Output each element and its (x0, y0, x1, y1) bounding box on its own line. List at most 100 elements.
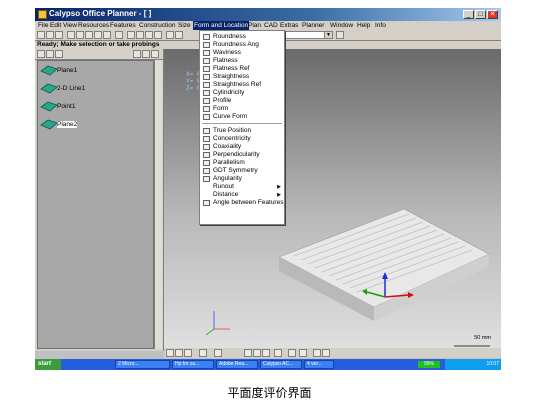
menu-edit[interactable]: Edit (50, 21, 61, 30)
menu-item-perpendicularity[interactable]: Perpendicularity (200, 151, 284, 159)
apply-icon[interactable] (336, 31, 344, 39)
menu-file[interactable]: File (38, 21, 48, 30)
menu-item-form[interactable]: Form (200, 105, 284, 113)
plane-feature-icon (40, 119, 58, 130)
panel-up-icon[interactable] (151, 50, 159, 58)
panel-list-icon[interactable] (133, 50, 141, 58)
open-icon[interactable] (46, 31, 54, 39)
report-icon[interactable] (166, 31, 174, 39)
run-icon[interactable] (145, 31, 153, 39)
menu-resources[interactable]: Resources (78, 21, 109, 30)
menu-item-angle-between-features[interactable]: Angle between Features (200, 199, 284, 207)
taskbar-item[interactable]: 2 Micro... (115, 360, 170, 369)
zoom-in-icon[interactable] (244, 349, 252, 357)
menu-item-straightness[interactable]: Straightness (200, 73, 284, 81)
scale-label: 50 mm (474, 335, 491, 341)
undo-icon[interactable] (94, 31, 102, 39)
feature-label: Plane1 (57, 67, 78, 74)
chevron-down-icon[interactable]: ▼ (324, 32, 332, 38)
taskbar-item[interactable]: Calypso AC... (260, 360, 302, 369)
feature-item[interactable]: 2-D Line1 (40, 82, 150, 96)
feature-item-selected[interactable]: Plane2 (40, 118, 150, 132)
menu-help[interactable]: Help (357, 21, 370, 30)
maximize-button[interactable]: □ (475, 10, 486, 19)
menu-item-straightness-ref[interactable]: Straightness Ref (200, 81, 284, 89)
straightness-icon (203, 74, 210, 80)
battery-badge: 99% (418, 361, 440, 368)
menu-window[interactable]: Window (330, 21, 353, 30)
save-icon[interactable] (55, 31, 63, 39)
panel-down-icon[interactable] (142, 50, 150, 58)
copy-icon[interactable] (76, 31, 84, 39)
menu-item-curve-form[interactable]: Curve Form (200, 113, 284, 121)
paste-icon[interactable] (85, 31, 93, 39)
menu-item-gdt-symmetry[interactable]: GDT Symmetry (200, 167, 284, 175)
angle-icon (203, 200, 210, 206)
menu-plan[interactable]: Plan (248, 21, 261, 30)
menu-view[interactable]: View (63, 21, 77, 30)
fill-icon[interactable] (322, 349, 330, 357)
menu-form-and-location[interactable]: Form and Location (193, 21, 250, 30)
menu-size[interactable]: Size (178, 21, 191, 30)
plot-icon[interactable] (175, 31, 183, 39)
menu-construction[interactable]: Construction (139, 21, 176, 30)
zoom-out-icon[interactable] (253, 349, 261, 357)
panel-scrollbar[interactable] (154, 60, 162, 349)
menu-features[interactable]: Features (110, 21, 136, 30)
true-position-icon (203, 128, 210, 134)
panel-filter-icon[interactable] (46, 50, 54, 58)
menu-item-roundness-ang[interactable]: Roundness Ang (200, 41, 284, 49)
roundness-icon (203, 34, 210, 40)
menu-cad[interactable]: CAD (264, 21, 278, 30)
view-iso-icon[interactable] (199, 349, 207, 357)
feature-panel: Plane1 2-D Line1 Point1 Plane2 (35, 49, 164, 351)
menu-item-waviness[interactable]: Waviness (200, 49, 284, 57)
menu-item-parallelism[interactable]: Parallelism (200, 159, 284, 167)
redo-icon[interactable] (103, 31, 111, 39)
view-top-icon[interactable] (175, 349, 183, 357)
menu-info[interactable]: Info (375, 21, 386, 30)
menu-item-cylindricity[interactable]: Cylindricity (200, 89, 284, 97)
view-side-icon[interactable] (184, 349, 192, 357)
line-feature-icon (40, 83, 58, 94)
curve-form-icon (203, 114, 210, 120)
menu-item-angularity[interactable]: Angularity (200, 175, 284, 183)
feature-item[interactable]: Plane1 (40, 64, 150, 78)
section-icon[interactable] (288, 349, 296, 357)
menu-item-roundness[interactable]: Roundness (200, 33, 284, 41)
menu-item-concentricity[interactable]: Concentricity (200, 135, 284, 143)
cut-icon[interactable] (67, 31, 75, 39)
print-icon[interactable] (127, 31, 135, 39)
taskbar-item[interactable]: Adobe Rea... (216, 360, 258, 369)
menu-planner[interactable]: Planner (302, 21, 324, 30)
zoom-fit-icon[interactable] (262, 349, 270, 357)
new-icon[interactable] (37, 31, 45, 39)
find-icon[interactable] (115, 31, 123, 39)
taskbar-item[interactable]: 4 ver... (304, 360, 334, 369)
menu-item-true-position[interactable]: True Position (200, 127, 284, 135)
menu-item-coaxiality[interactable]: Coaxiality (200, 143, 284, 151)
menu-item-flatness-ref[interactable]: Flatness Ref (200, 65, 284, 73)
preview-icon[interactable] (136, 31, 144, 39)
view-select[interactable]: ▼ (281, 31, 333, 39)
close-button[interactable]: ✕ (487, 10, 498, 19)
menu-item-distance[interactable]: Distance ▶ (200, 191, 284, 199)
start-button[interactable]: start (35, 359, 61, 370)
menu-extras[interactable]: Extras (280, 21, 298, 30)
axis-icon[interactable] (299, 349, 307, 357)
menu-item-runout[interactable]: Runout ▶ (200, 183, 284, 191)
grid-icon[interactable] (313, 349, 321, 357)
pan-icon[interactable] (274, 349, 282, 357)
panel-delete-icon[interactable] (55, 50, 63, 58)
settings-icon[interactable] (154, 31, 162, 39)
minimize-button[interactable]: _ (463, 10, 474, 19)
menu-item-profile[interactable]: Profile (200, 97, 284, 105)
view-front-icon[interactable] (166, 349, 174, 357)
feature-item[interactable]: Point1 (40, 100, 150, 114)
coaxiality-icon (203, 144, 210, 150)
view-rotate-icon[interactable] (214, 349, 222, 357)
menu-item-flatness[interactable]: Flatness (200, 57, 284, 65)
taskbar-item[interactable]: Hp for su... (172, 360, 214, 369)
menu-separator (202, 123, 282, 125)
panel-probe-icon[interactable] (37, 50, 45, 58)
